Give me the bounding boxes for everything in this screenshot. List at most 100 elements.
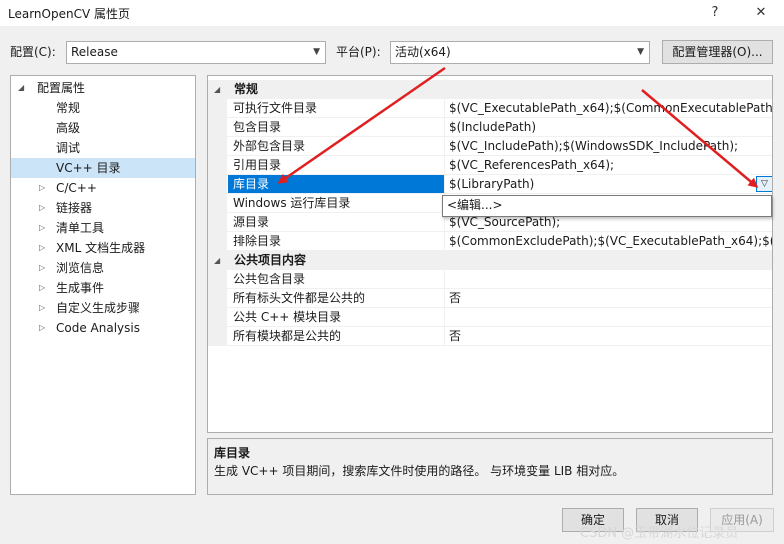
- property-value[interactable]: $(VC_IncludePath);$(WindowsSDK_IncludePa…: [448, 137, 772, 155]
- property-value[interactable]: 否: [448, 327, 772, 345]
- chevron-down-icon: ▼: [313, 47, 320, 57]
- expanded-icon[interactable]: ◢: [214, 80, 220, 99]
- property-row[interactable]: 排除目录 $(CommonExcludePath);$(VC_Executable…: [208, 232, 772, 251]
- column-separator[interactable]: [444, 327, 445, 346]
- property-name: 公共 C++ 模块目录: [233, 310, 342, 324]
- collapsed-icon[interactable]: ▷: [39, 218, 45, 238]
- row-gutter: [208, 213, 227, 232]
- collapsed-icon[interactable]: ▷: [39, 198, 45, 218]
- column-separator[interactable]: [444, 156, 445, 175]
- column-separator[interactable]: [444, 232, 445, 251]
- title-bar: LearnOpenCV 属性页 ? ✕: [0, 0, 784, 26]
- tree-item-label: Code Analysis: [56, 321, 140, 335]
- tree-item-label: 常规: [56, 101, 81, 115]
- row-gutter: [208, 270, 227, 289]
- tree-item[interactable]: 高级: [11, 118, 195, 138]
- edit-dropdown[interactable]: <编辑...>: [442, 195, 772, 217]
- row-gutter: [208, 194, 227, 213]
- category-label: 公共项目内容: [234, 253, 307, 267]
- platform-select[interactable]: 活动(x64) ▼: [390, 41, 650, 64]
- column-separator[interactable]: [444, 308, 445, 327]
- collapsed-icon[interactable]: ▷: [39, 238, 45, 258]
- row-gutter: [208, 118, 227, 137]
- tree-root-label: 配置属性: [37, 81, 86, 95]
- property-name: 排除目录: [233, 234, 282, 248]
- tree-item[interactable]: ▷ 链接器: [11, 198, 195, 218]
- property-row[interactable]: 所有标头文件都是公共的 否: [208, 289, 772, 308]
- column-separator[interactable]: [444, 175, 445, 194]
- tree-item-label: 链接器: [56, 201, 93, 215]
- property-name: 公共包含目录: [233, 272, 306, 286]
- edit-option[interactable]: <编辑...>: [447, 198, 503, 212]
- category-header[interactable]: ◢ 公共项目内容: [208, 251, 772, 270]
- config-select[interactable]: Release ▼: [66, 41, 326, 64]
- collapsed-icon[interactable]: ▷: [39, 258, 45, 278]
- property-value[interactable]: 否: [448, 289, 772, 307]
- description-title: 库目录: [214, 446, 251, 460]
- collapsed-icon[interactable]: ▷: [39, 298, 45, 318]
- column-separator[interactable]: [444, 289, 445, 308]
- tree-item[interactable]: ▷ Code Analysis: [11, 318, 195, 338]
- tree-root[interactable]: ◢ 配置属性: [11, 78, 195, 98]
- tree-item[interactable]: ▷ 清单工具: [11, 218, 195, 238]
- property-grid[interactable]: ◢ 常规 可执行文件目录 $(VC_ExecutablePath_x64);$(Com…: [207, 75, 773, 433]
- chevron-down-icon[interactable]: ▽: [756, 176, 772, 192]
- property-name: 引用目录: [233, 158, 282, 172]
- property-name: 源目录: [233, 215, 270, 229]
- property-name: 包含目录: [233, 120, 282, 134]
- tree-item[interactable]: ▷ C/C++: [11, 178, 195, 198]
- collapsed-icon[interactable]: ▷: [39, 278, 45, 298]
- property-row[interactable]: 公共 C++ 模块目录: [208, 308, 772, 327]
- property-row[interactable]: 外部包含目录 $(VC_IncludePath);$(WindowsSDK_Inc…: [208, 137, 772, 156]
- category-header[interactable]: ◢ 常规: [208, 80, 772, 99]
- column-separator[interactable]: [444, 99, 445, 118]
- tree-item-label: VC++ 目录: [56, 161, 121, 175]
- property-value[interactable]: $(CommonExcludePath);$(VC_ExecutablePath…: [448, 232, 772, 250]
- tree-item[interactable]: 常规: [11, 98, 195, 118]
- collapsed-icon[interactable]: ▷: [39, 318, 45, 338]
- property-tree[interactable]: ◢ 配置属性 常规 高级 调试 VC++ 目录 ▷ C/C++ ▷ 链接器 ▷ 清单工具 ▷ XML …: [10, 75, 196, 495]
- property-value[interactable]: $(LibraryPath): [448, 175, 772, 193]
- tree-item-label: 浏览信息: [56, 261, 105, 275]
- row-gutter: [208, 137, 227, 156]
- row-gutter: [208, 99, 227, 118]
- tree-item[interactable]: ▷ 自定义生成步骤: [11, 298, 195, 318]
- property-value[interactable]: $(IncludePath): [448, 118, 772, 136]
- tree-item[interactable]: ▷ XML 文档生成器: [11, 238, 195, 258]
- tree-item[interactable]: 调试: [11, 138, 195, 158]
- property-value[interactable]: $(VC_ExecutablePath_x64);$(CommonExecuta…: [448, 99, 772, 117]
- property-name: 所有模块都是公共的: [233, 329, 342, 343]
- watermark: CSDN @玉带湖水位记录员: [580, 526, 739, 541]
- column-separator[interactable]: [444, 137, 445, 156]
- property-value[interactable]: $(VC_ReferencesPath_x64);: [448, 156, 772, 174]
- tree-item[interactable]: ▷ 浏览信息: [11, 258, 195, 278]
- property-name: 库目录: [228, 175, 444, 193]
- chevron-down-icon: ▼: [637, 47, 644, 57]
- column-separator[interactable]: [444, 118, 445, 137]
- collapsed-icon[interactable]: ▷: [39, 178, 45, 198]
- property-row[interactable]: 所有模块都是公共的 否: [208, 327, 772, 346]
- close-icon[interactable]: ✕: [750, 2, 772, 24]
- expanded-icon[interactable]: ◢: [18, 78, 24, 98]
- config-label: 配置(C):: [10, 45, 56, 59]
- description-text: 生成 VC++ 项目期间，搜索库文件时使用的路径。 与环境变量 LIB 相对应。: [214, 464, 625, 478]
- property-row[interactable]: 库目录 $(LibraryPath) ▽: [208, 175, 772, 194]
- property-row[interactable]: 可执行文件目录 $(VC_ExecutablePath_x64);$(Common…: [208, 99, 772, 118]
- help-icon[interactable]: ?: [704, 2, 726, 24]
- property-row[interactable]: 公共包含目录: [208, 270, 772, 289]
- property-name: 所有标头文件都是公共的: [233, 291, 366, 305]
- row-gutter: [208, 327, 227, 346]
- column-separator[interactable]: [444, 270, 445, 289]
- tree-item[interactable]: ▷ 生成事件: [11, 278, 195, 298]
- tree-item[interactable]: VC++ 目录: [11, 158, 195, 178]
- tree-item-label: 生成事件: [56, 281, 105, 295]
- tree-item-label: XML 文档生成器: [56, 241, 146, 255]
- property-row[interactable]: 包含目录 $(IncludePath): [208, 118, 772, 137]
- property-row[interactable]: 引用目录 $(VC_ReferencesPath_x64);: [208, 156, 772, 175]
- tree-item-label: 高级: [56, 121, 81, 135]
- config-value: Release: [71, 45, 118, 59]
- row-gutter: [208, 175, 227, 194]
- row-gutter: [208, 289, 227, 308]
- config-manager-button[interactable]: 配置管理器(O)...: [662, 40, 773, 64]
- expanded-icon[interactable]: ◢: [214, 251, 220, 270]
